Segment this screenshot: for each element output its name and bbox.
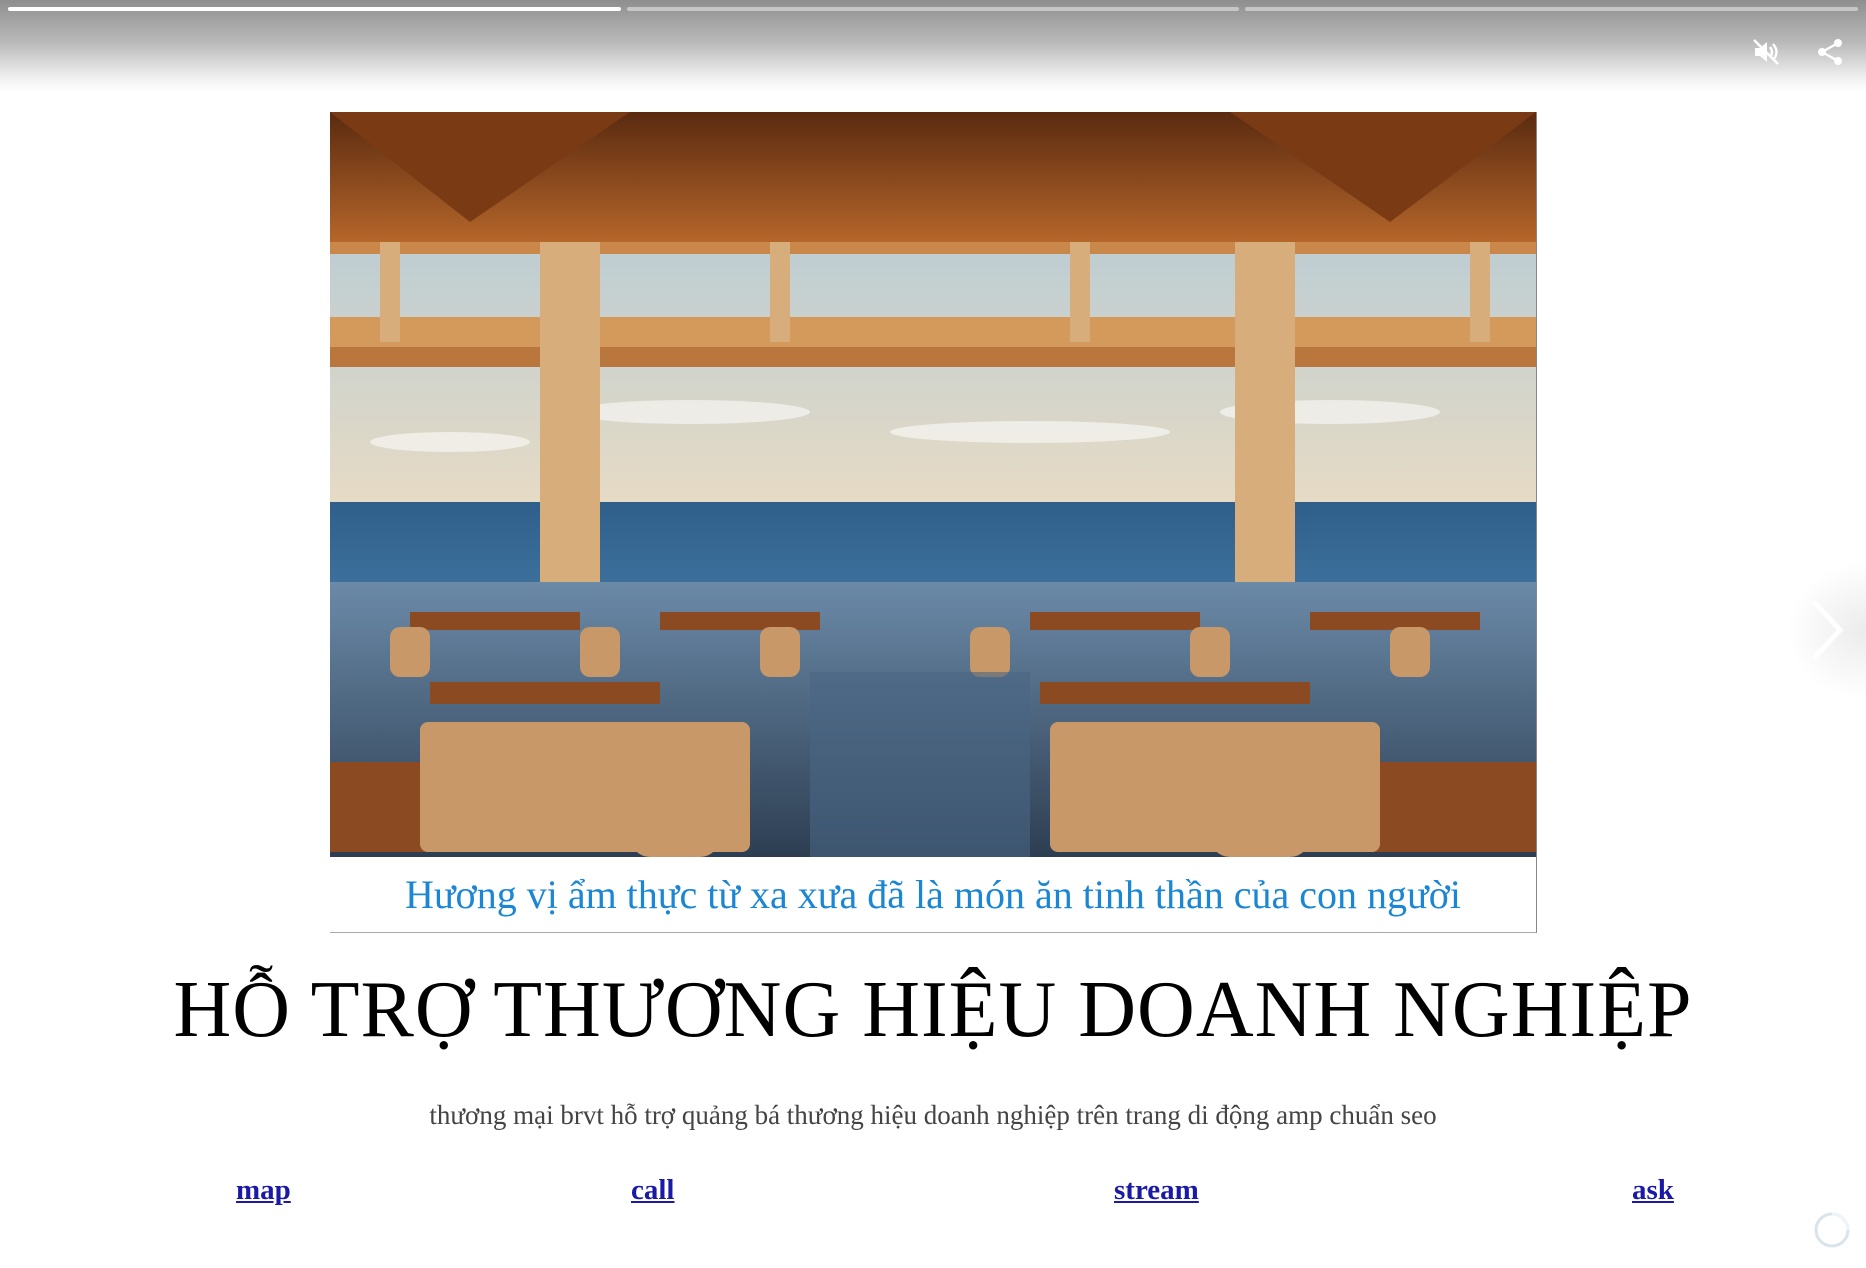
- ask-link[interactable]: ask: [1632, 1174, 1674, 1207]
- stream-link[interactable]: stream: [1114, 1174, 1199, 1207]
- story-top-bar: [0, 0, 1866, 92]
- progress-segment-2: [626, 7, 1240, 11]
- map-link[interactable]: map: [236, 1174, 291, 1207]
- hero-caption: Hương vị ẩm thực từ xa xưa đã là món ăn …: [404, 872, 1461, 917]
- volume-off-icon[interactable]: [1750, 36, 1782, 68]
- progress-segment-1: [8, 7, 621, 11]
- chevron-right-icon: [1812, 600, 1844, 660]
- page-subtitle: thương mại brvt hỗ trợ quảng bá thương h…: [429, 1100, 1437, 1130]
- progress-segment-3: [1245, 7, 1859, 11]
- hero-slide: Hương vị ẩm thực từ xa xưa đã là món ăn …: [330, 112, 1537, 933]
- story-progress-bar: [8, 7, 1859, 12]
- next-slide-button[interactable]: [1786, 560, 1866, 700]
- restaurant-sea-view-image: [330, 112, 1536, 857]
- page-title: HỖ TRỢ THƯƠNG HIỆU DOANH NGHIỆP: [173, 966, 1693, 1054]
- call-link[interactable]: call: [631, 1174, 675, 1207]
- loading-spinner-icon: [1810, 1208, 1854, 1252]
- share-icon[interactable]: [1814, 36, 1846, 68]
